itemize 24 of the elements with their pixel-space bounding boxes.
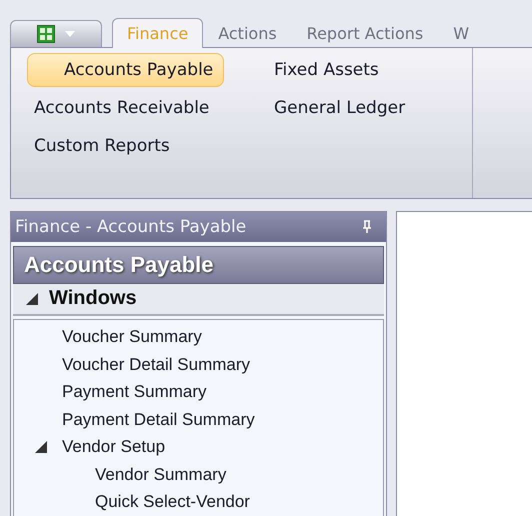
- tree-item[interactable]: Voucher Summary: [62, 327, 202, 348]
- pin-icon[interactable]: [362, 220, 372, 234]
- ribbon-item[interactable]: Accounts Payable: [27, 53, 224, 87]
- ribbon-item[interactable]: Fixed Assets: [267, 53, 386, 87]
- ribbon-tab[interactable]: W: [438, 18, 484, 48]
- grid-icon: [37, 25, 55, 43]
- expanded-triangle-icon[interactable]: [34, 440, 48, 454]
- dropdown-caret-icon: [65, 31, 75, 37]
- expanded-triangle-icon[interactable]: [25, 292, 39, 306]
- tree-item[interactable]: Voucher Detail Summary: [62, 354, 250, 375]
- tree-item[interactable]: Vendor Summary: [95, 464, 226, 485]
- tree-item[interactable]: Payment Summary: [62, 382, 207, 402]
- section-header[interactable]: Windows: [13, 284, 384, 316]
- panel-caption: Finance - Accounts Payable: [15, 217, 246, 237]
- panel-title: Accounts Payable: [13, 246, 384, 284]
- tree-item[interactable]: Quick Select-Vendor: [95, 492, 250, 512]
- ribbon-tab[interactable]: Actions: [203, 18, 292, 48]
- tree-item[interactable]: Payment Detail Summary: [62, 410, 255, 430]
- ribbon-item[interactable]: Custom Reports: [27, 129, 177, 163]
- application-menu-button[interactable]: [10, 20, 102, 47]
- ribbon-item[interactable]: General Ledger: [267, 91, 412, 125]
- ribbon-item[interactable]: Accounts Receivable: [27, 91, 216, 125]
- ribbon-tab[interactable]: Report Actions: [292, 18, 438, 48]
- tree-item[interactable]: Vendor Setup: [62, 437, 166, 458]
